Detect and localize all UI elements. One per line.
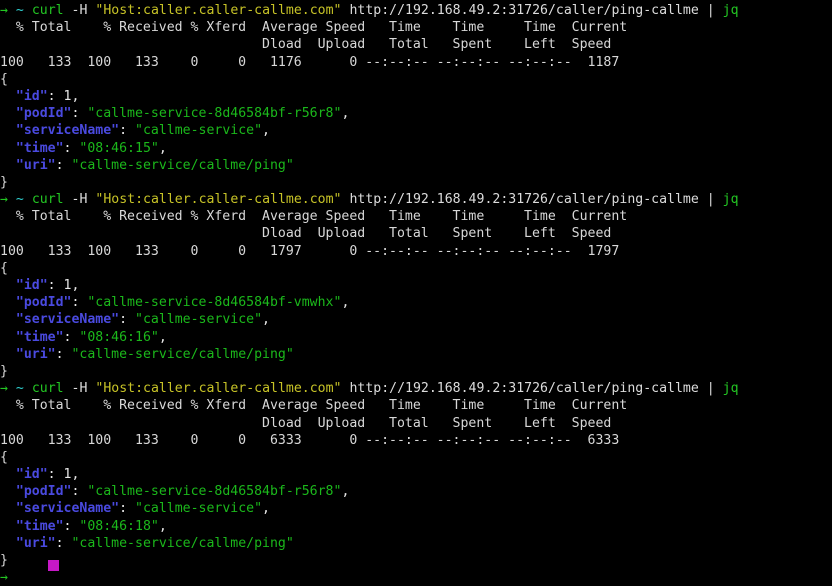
curl-stats-row-b1: 100 133 100 133 0 0 1176 0 --:--:-- --:-… <box>0 54 620 70</box>
prompt-arrow-icon: → <box>0 381 8 397</box>
json-value: 1 <box>63 467 72 483</box>
json-key: "serviceName" <box>15 123 120 139</box>
json-key: "podId" <box>15 295 72 311</box>
prompt-line-3: → ~ curl -H "Host:caller.caller-callme.c… <box>0 380 832 397</box>
json-value: "callme-service-8d46584bf-r56r8" <box>87 484 342 500</box>
json-open-brace-b2: { <box>0 260 8 276</box>
json-field-b3-1: "podId": "callme-service-8d46584bf-r56r8… <box>15 484 350 500</box>
command-name: curl <box>31 3 64 18</box>
json-field-b1-1: "podId": "callme-service-8d46584bf-r56r8… <box>15 106 350 122</box>
json-value: "callme-service/callme/ping" <box>71 346 294 362</box>
prompt-cwd: ~ <box>15 3 24 18</box>
json-field-b3-3: "time": "08:46:18", <box>15 518 167 534</box>
json-value: "callme-service" <box>135 501 263 517</box>
curl-stats-row-b3: 100 133 100 133 0 0 6333 0 --:--:-- --:-… <box>0 432 620 448</box>
json-close-brace-b1: } <box>0 174 8 190</box>
json-field-b1-2: "serviceName": "callme-service", <box>15 123 270 139</box>
curl-header-row2-b2: Dload Upload Total Spent Left Speed <box>0 226 612 242</box>
prompt-arrow-icon: → <box>0 570 8 586</box>
prompt-line-2: → ~ curl -H "Host:caller.caller-callme.c… <box>0 191 832 208</box>
json-value: "callme-service" <box>135 123 263 139</box>
json-field-b1-4: "uri": "callme-service/callme/ping" <box>15 157 294 173</box>
curl-header-row2-b1: Dload Upload Total Spent Left Speed <box>0 37 612 53</box>
json-value: "08:46:16" <box>79 329 159 345</box>
json-close-brace-b2: } <box>0 363 8 379</box>
json-value: "08:46:18" <box>79 518 159 534</box>
json-field-b3-0: "id": 1, <box>15 467 80 483</box>
json-key: "podId" <box>15 106 72 122</box>
command-name: curl <box>31 381 64 397</box>
json-field-b1-0: "id": 1, <box>15 88 80 104</box>
text-cursor <box>48 560 59 571</box>
command-url: http://192.168.49.2:31726/caller/ping-ca… <box>349 3 699 18</box>
json-field-b2-1: "podId": "callme-service-8d46584bf-vmwhx… <box>15 295 350 311</box>
json-key: "serviceName" <box>15 501 120 517</box>
json-field-b2-0: "id": 1, <box>15 278 80 293</box>
pipe-symbol: | <box>706 192 715 208</box>
json-key: "id" <box>15 467 48 483</box>
command-flag: -H <box>71 381 88 397</box>
command-header-arg: "Host:caller.caller-callme.com" <box>95 192 342 208</box>
json-open-brace-b3: { <box>0 449 8 465</box>
command-header-arg: "Host:caller.caller-callme.com" <box>95 3 342 18</box>
pipe-target: jq <box>722 3 739 18</box>
json-key: "id" <box>15 88 48 104</box>
json-close-brace-b3: } <box>0 553 8 568</box>
json-value: 1 <box>63 88 72 104</box>
json-value: "08:46:15" <box>79 140 159 156</box>
prompt-cwd: ~ <box>15 192 24 208</box>
command-flag: -H <box>71 192 88 208</box>
json-value: "callme-service/callme/ping" <box>71 535 294 551</box>
command-header-arg: "Host:caller.caller-callme.com" <box>95 381 342 397</box>
prompt-line-final[interactable]: → <box>0 569 832 586</box>
json-key: "serviceName" <box>15 312 120 328</box>
curl-header-row1-b2: % Total % Received % Xferd Average Speed… <box>0 209 628 225</box>
curl-header-row2-b3: Dload Upload Total Spent Left Speed <box>0 415 612 431</box>
prompt-line-1: → ~ curl -H "Host:caller.caller-callme.c… <box>0 2 832 19</box>
terminal-window[interactable]: → ~ curl -H "Host:caller.caller-callme.c… <box>0 0 832 585</box>
prompt-arrow-icon: → <box>0 192 8 208</box>
json-field-b2-2: "serviceName": "callme-service", <box>15 312 270 328</box>
curl-stats-row-b2: 100 133 100 133 0 0 1797 0 --:--:-- --:-… <box>0 243 620 259</box>
json-field-b3-4: "uri": "callme-service/callme/ping" <box>15 535 294 551</box>
curl-header-row1-b1: % Total % Received % Xferd Average Speed… <box>0 20 628 36</box>
json-open-brace-b1: { <box>0 71 8 87</box>
json-key: "id" <box>15 278 48 293</box>
json-field-b2-4: "uri": "callme-service/callme/ping" <box>15 346 294 362</box>
pipe-symbol: | <box>706 381 715 397</box>
pipe-target: jq <box>722 381 739 397</box>
json-value: "callme-service-8d46584bf-vmwhx" <box>87 295 342 311</box>
command-name: curl <box>31 192 64 208</box>
json-field-b2-3: "time": "08:46:16", <box>15 329 167 345</box>
command-url: http://192.168.49.2:31726/caller/ping-ca… <box>349 192 699 208</box>
curl-header-row1-b3: % Total % Received % Xferd Average Speed… <box>0 398 628 414</box>
command-url: http://192.168.49.2:31726/caller/ping-ca… <box>349 381 699 397</box>
json-key: "time" <box>15 329 64 345</box>
json-key: "uri" <box>15 535 56 551</box>
json-field-b1-3: "time": "08:46:15", <box>15 140 167 156</box>
json-field-b3-2: "serviceName": "callme-service", <box>15 501 270 517</box>
prompt-cwd: ~ <box>15 381 24 397</box>
command-flag: -H <box>71 3 88 18</box>
json-key: "podId" <box>15 484 72 500</box>
pipe-symbol: | <box>706 3 715 18</box>
pipe-target: jq <box>722 192 739 208</box>
json-value: 1 <box>63 278 72 293</box>
json-value: "callme-service/callme/ping" <box>71 157 294 173</box>
json-key: "uri" <box>15 157 56 173</box>
json-key: "time" <box>15 140 64 156</box>
json-value: "callme-service" <box>135 312 263 328</box>
prompt-arrow-icon: → <box>0 3 8 18</box>
json-key: "uri" <box>15 346 56 362</box>
json-key: "time" <box>15 518 64 534</box>
json-value: "callme-service-8d46584bf-r56r8" <box>87 106 342 122</box>
